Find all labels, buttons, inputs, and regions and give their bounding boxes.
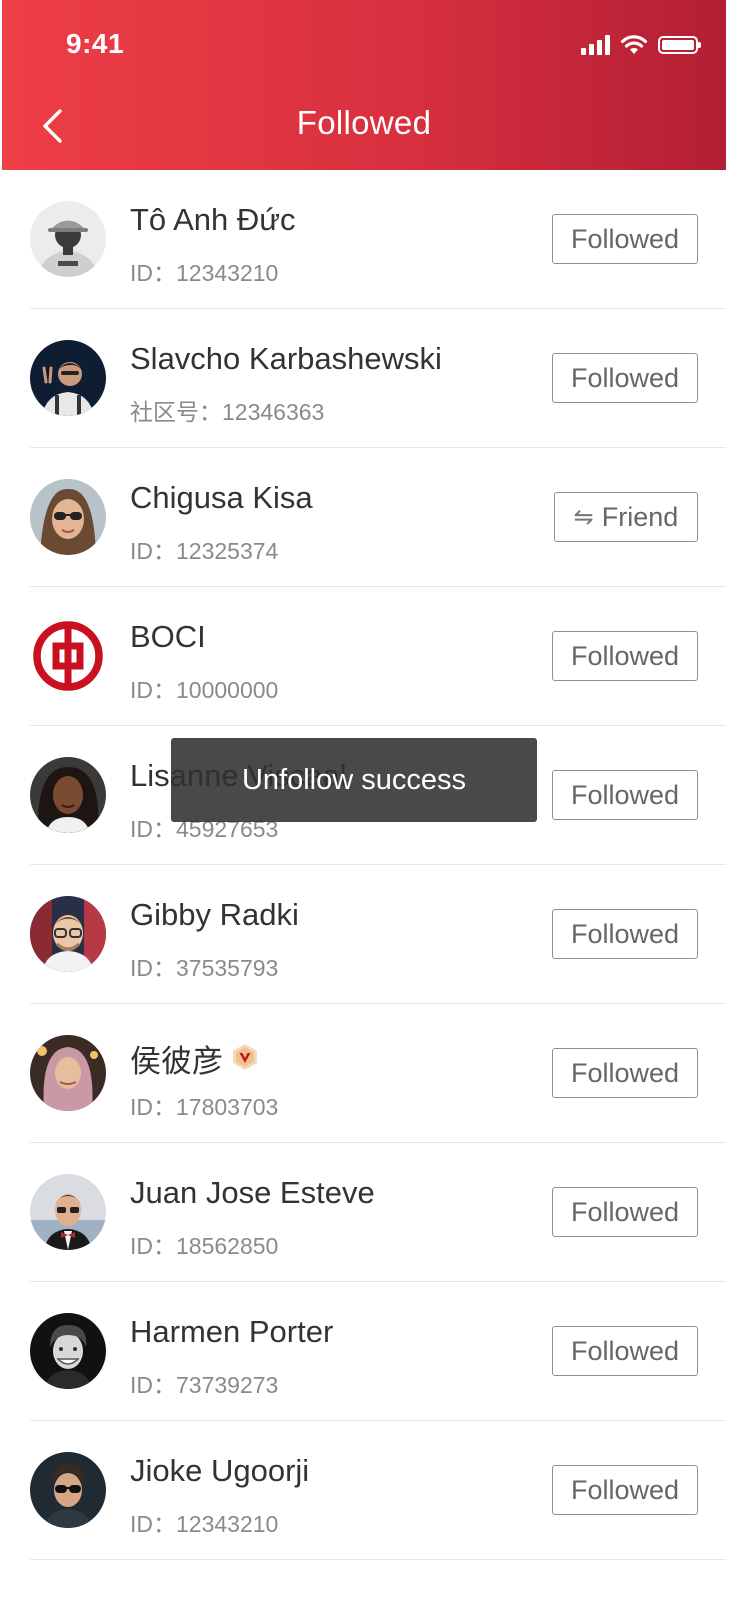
user-name: 侯彼彦 xyxy=(130,1036,259,1081)
button-label: Followed xyxy=(570,362,680,393)
user-name: Tô Anh Đức xyxy=(130,202,296,237)
list-item[interactable]: Juan Jose Esteve ID：18562850 Followed xyxy=(2,1143,726,1282)
user-id: ID：18562850 xyxy=(130,1233,279,1259)
user-id: 社区号：12346363 xyxy=(130,399,325,425)
followed-button[interactable]: Followed xyxy=(552,1326,698,1376)
toast-message: Unfollow success xyxy=(171,738,537,822)
user-name: Gibby Radki xyxy=(130,897,299,932)
swap-arrows-icon: ⇋ xyxy=(573,503,594,531)
avatar[interactable] xyxy=(30,201,106,277)
list-item[interactable]: Gibby Radki ID：37535793 Followed xyxy=(2,865,726,1004)
header-bar: 9:41 Followed xyxy=(2,0,726,170)
button-label: Followed xyxy=(570,779,680,810)
list-item[interactable]: Tô Anh Đức ID：12343210 Followed xyxy=(2,170,726,309)
user-id: ID：12325374 xyxy=(130,538,279,564)
avatar[interactable] xyxy=(30,896,106,972)
button-label: Followed xyxy=(570,918,680,949)
status-time: 9:41 xyxy=(66,28,125,59)
list-item[interactable]: Slavcho Karbashewski 社区号：12346363 Follow… xyxy=(2,309,726,448)
user-name: Chigusa Kisa xyxy=(130,480,313,515)
user-name-text: 侯彼彦 xyxy=(130,1044,223,1079)
followed-list: Tô Anh Đức ID：12343210 Followed Slavcho … xyxy=(2,170,726,1560)
list-item[interactable]: Harmen Porter ID：73739273 Followed xyxy=(2,1282,726,1421)
screen: 9:41 Followed Tô Anh Đức ID：12343210 Fol… xyxy=(2,0,726,1624)
user-id: ID：73739273 xyxy=(130,1372,279,1398)
user-name: Slavcho Karbashewski xyxy=(130,341,442,376)
avatar[interactable] xyxy=(30,479,106,555)
followed-button[interactable]: Followed xyxy=(552,631,698,681)
followed-button[interactable]: Followed xyxy=(552,1187,698,1237)
friend-button[interactable]: ⇋ Friend xyxy=(554,492,698,542)
button-label: Followed xyxy=(570,223,680,254)
followed-button[interactable]: Followed xyxy=(552,1465,698,1515)
verified-badge-icon xyxy=(231,1042,259,1080)
list-item[interactable]: Chigusa Kisa ID：12325374 ⇋ Friend xyxy=(2,448,726,587)
user-id: ID：12343210 xyxy=(130,1511,279,1537)
user-id: ID：37535793 xyxy=(130,955,279,981)
followed-button[interactable]: Followed xyxy=(552,214,698,264)
button-label: Followed xyxy=(570,1196,680,1227)
user-id: ID：17803703 xyxy=(130,1094,279,1120)
battery-icon xyxy=(658,36,701,54)
page-title: Followed xyxy=(296,104,432,141)
user-name: Harmen Porter xyxy=(130,1314,334,1349)
button-label: Friend xyxy=(601,501,679,532)
followed-button[interactable]: Followed xyxy=(552,353,698,403)
list-item[interactable]: 侯彼彦 ID：17803703 Followed xyxy=(2,1004,726,1143)
avatar[interactable] xyxy=(30,1313,106,1389)
user-id: ID：10000000 xyxy=(130,677,279,703)
followed-button[interactable]: Followed xyxy=(552,1048,698,1098)
avatar[interactable] xyxy=(30,757,106,833)
button-label: Followed xyxy=(570,640,680,671)
user-name: Jioke Ugoorji xyxy=(130,1453,310,1488)
avatar[interactable] xyxy=(30,340,106,416)
avatar[interactable] xyxy=(30,1452,106,1528)
avatar[interactable] xyxy=(30,1174,106,1250)
user-name: BOCI xyxy=(130,619,206,654)
signal-icon xyxy=(581,35,610,55)
user-name: Juan Jose Esteve xyxy=(130,1175,375,1210)
button-label: Followed xyxy=(570,1335,680,1366)
user-id: ID：12343210 xyxy=(130,260,279,286)
list-item[interactable]: Jioke Ugoorji ID：12343210 Followed xyxy=(2,1421,726,1560)
list-item[interactable]: BOCI ID：10000000 Followed xyxy=(2,587,726,726)
avatar[interactable] xyxy=(30,618,106,694)
followed-button[interactable]: Followed xyxy=(552,909,698,959)
wifi-icon xyxy=(620,35,648,54)
followed-button[interactable]: Followed xyxy=(552,770,698,820)
boc-logo-icon xyxy=(33,621,103,691)
status-icons xyxy=(581,30,701,60)
button-label: Followed xyxy=(570,1057,680,1088)
button-label: Followed xyxy=(570,1474,680,1505)
avatar[interactable] xyxy=(30,1035,106,1111)
